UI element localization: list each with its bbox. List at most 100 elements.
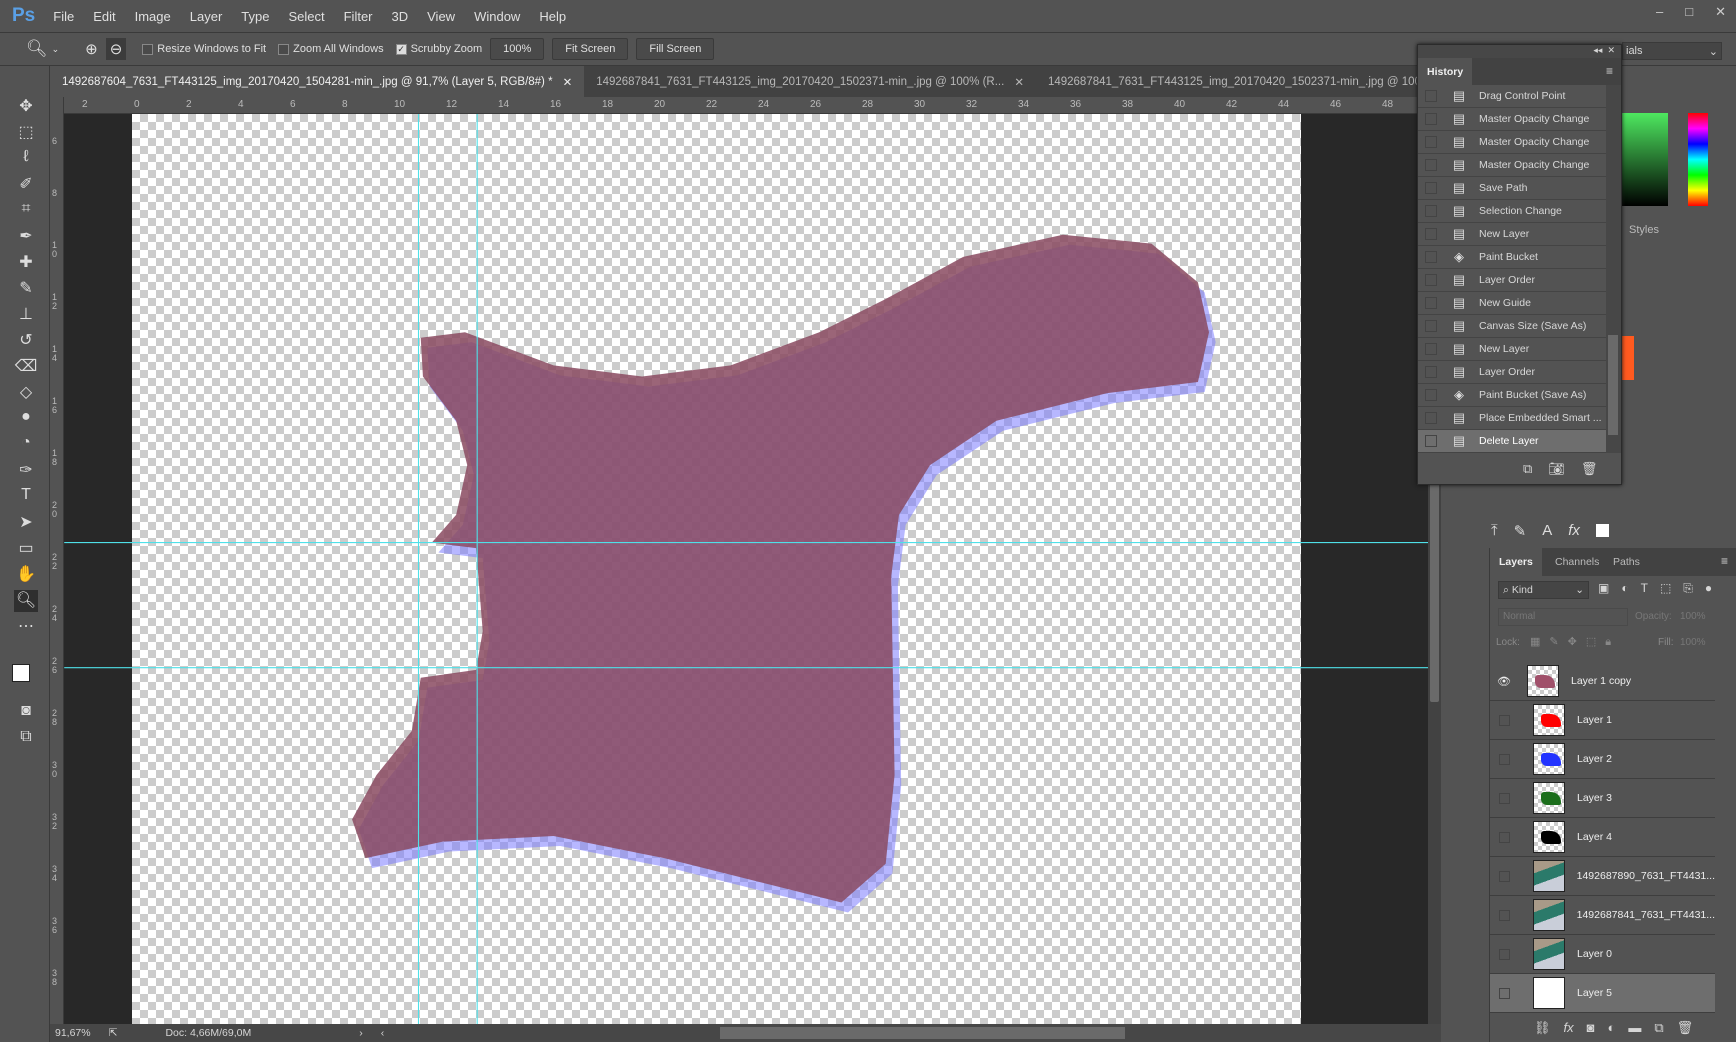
layer-row[interactable]: Layer 4	[1490, 818, 1715, 857]
history-source-checkbox[interactable]	[1425, 389, 1437, 401]
history-item[interactable]: ▤ Save Path	[1418, 177, 1606, 200]
history-item[interactable]: ▤ Layer Order	[1418, 361, 1606, 384]
history-item[interactable]: ▤ Canvas Size (Save As)	[1418, 315, 1606, 338]
fx-icon[interactable]: fx	[1564, 1020, 1574, 1042]
screen-mode-icon[interactable]: ⧉	[14, 728, 38, 750]
document-tab[interactable]: 1492687841_7631_FT443125_img_20170420_15…	[584, 66, 1036, 97]
type-tool-icon[interactable]: T	[14, 486, 38, 508]
close-panel-icon[interactable]: ✕	[1607, 45, 1615, 55]
history-source-checkbox[interactable]	[1425, 113, 1437, 125]
lock-icons[interactable]: ▦✎✥⬚🔒︎	[1530, 635, 1620, 649]
panel-menu-icon[interactable]: ≡	[1721, 554, 1728, 568]
quick-mask-icon[interactable]: ◙	[14, 702, 38, 724]
history-source-checkbox[interactable]	[1425, 205, 1437, 217]
more-tools-icon[interactable]: ⋯	[14, 616, 38, 638]
resize-windows-checkbox[interactable]: Resize Windows to Fit	[142, 43, 266, 55]
panel-menu-icon[interactable]: ≡	[1472, 58, 1621, 85]
layer-row[interactable]: 1492687841_7631_FT4431...	[1490, 896, 1715, 935]
close-tab-icon[interactable]: ✕	[1014, 75, 1024, 89]
filter-toggle[interactable]: ●	[1705, 581, 1712, 596]
layer-row[interactable]: Layer 1	[1490, 701, 1715, 740]
scroll-left-arrow[interactable]: ‹	[381, 1027, 385, 1039]
fit-screen-button[interactable]: Fit Screen	[552, 38, 629, 60]
crop-tool-icon[interactable]: ⌗	[14, 200, 38, 222]
color-swatch[interactable]	[1622, 336, 1634, 380]
history-source-checkbox[interactable]	[1425, 251, 1437, 263]
history-source-checkbox[interactable]	[1425, 343, 1437, 355]
canvas-area[interactable]	[64, 114, 1428, 1024]
history-source-checkbox[interactable]	[1425, 90, 1437, 102]
history-source-checkbox[interactable]	[1425, 320, 1437, 332]
trash-icon[interactable]: 🗑︎	[1581, 461, 1598, 477]
dodge-tool-icon[interactable]: ◔	[14, 434, 38, 456]
visibility-toggle[interactable]	[1499, 948, 1510, 960]
type-filter-icon[interactable]: T	[1641, 581, 1648, 596]
history-item[interactable]: ▤ Delete Layer	[1418, 430, 1606, 453]
path-select-icon[interactable]: ➤	[14, 512, 38, 534]
layer-row[interactable]: Layer 3	[1490, 779, 1715, 818]
brush-icon[interactable]: ✎	[1514, 522, 1527, 540]
history-source-checkbox[interactable]	[1425, 274, 1437, 286]
zoom-tool-preset-icon[interactable]: 🔍︎ ⌄	[26, 39, 59, 59]
layer-row[interactable]: Layer 2	[1490, 740, 1715, 779]
history-item[interactable]: ◈ Paint Bucket	[1418, 246, 1606, 269]
layer-row[interactable]: Layer 0	[1490, 935, 1715, 974]
tab-paths[interactable]: Paths	[1604, 548, 1649, 576]
mask-icon[interactable]: ◙	[1587, 1020, 1595, 1042]
stamp-tool-icon[interactable]: ⊥	[14, 304, 38, 326]
menu-3d[interactable]: 3D	[392, 9, 409, 24]
adjustment-icon[interactable]: ◐	[1608, 1020, 1616, 1042]
visibility-toggle[interactable]	[1499, 987, 1510, 999]
eraser-tool-icon[interactable]: ⌫	[14, 356, 38, 378]
layer-row[interactable]: Layer 5	[1490, 974, 1715, 1013]
scroll-thumb[interactable]	[1430, 482, 1439, 702]
collapse-icon[interactable]: ◂◂	[1593, 45, 1602, 55]
trash-icon[interactable]: 🗑︎	[1677, 1020, 1694, 1042]
folder-icon[interactable]: ▬	[1628, 1020, 1641, 1042]
paint-bucket-icon[interactable]: ◇	[14, 382, 38, 404]
image-filter-icon[interactable]: ▣	[1598, 581, 1609, 596]
styles-tab[interactable]: Styles	[1629, 224, 1659, 236]
document-tab[interactable]: 1492687604_7631_FT443125_img_20170420_15…	[50, 66, 585, 97]
move-tool-icon[interactable]: ✥	[14, 96, 38, 118]
quick-select-icon[interactable]: ✐	[14, 174, 38, 196]
history-scrollbar[interactable]	[1606, 85, 1621, 453]
marquee-tool-icon[interactable]: ⬚	[14, 122, 38, 144]
close-button[interactable]: ✕	[1715, 4, 1726, 20]
tab-channels[interactable]: Channels	[1546, 548, 1608, 576]
minimize-button[interactable]: –	[1656, 4, 1663, 20]
shape-filter-icon[interactable]: ⬚	[1660, 581, 1671, 596]
link-icon[interactable]: ⛓︎	[1534, 1020, 1551, 1042]
menu-file[interactable]: File	[53, 9, 74, 24]
lasso-tool-icon[interactable]: ℓ	[14, 148, 38, 170]
brush-tool-icon[interactable]: ✎	[14, 278, 38, 300]
history-source-checkbox[interactable]	[1425, 182, 1437, 194]
fill-field[interactable]: 100%	[1680, 637, 1706, 648]
scrubby-zoom-checkbox[interactable]: ✓ Scrubby Zoom	[395, 43, 482, 55]
foreground-color[interactable]	[12, 664, 30, 682]
menu-image[interactable]: Image	[135, 9, 171, 24]
layer-row[interactable]: 👁︎ Layer 1 copy	[1490, 662, 1715, 701]
visibility-toggle[interactable]	[1499, 909, 1510, 921]
history-source-checkbox[interactable]	[1425, 435, 1437, 447]
blur-tool-icon[interactable]: ●	[14, 408, 38, 430]
history-item[interactable]: ▤ Master Opacity Change	[1418, 154, 1606, 177]
workspace-dropdown[interactable]: ials ⌄	[1622, 42, 1722, 60]
fx-icon[interactable]: fx	[1568, 522, 1580, 540]
fill-screen-button[interactable]: Fill Screen	[636, 38, 715, 60]
history-brush-icon[interactable]: ↺	[14, 330, 38, 352]
upload-icon[interactable]: ⤒	[1491, 522, 1498, 540]
history-source-checkbox[interactable]	[1425, 297, 1437, 309]
camera-icon[interactable]: 📷︎	[1548, 461, 1565, 477]
color-picker-field[interactable]	[1622, 113, 1668, 206]
zoom-level[interactable]: 91,67%	[55, 1027, 91, 1039]
history-item[interactable]: ▤ Drag Control Point	[1418, 85, 1606, 108]
zoom-out-icon[interactable]: ⊖	[105, 38, 127, 60]
history-source-checkbox[interactable]	[1425, 366, 1437, 378]
menu-view[interactable]: View	[427, 9, 455, 24]
history-item[interactable]: ▤ Selection Change	[1418, 200, 1606, 223]
rectangle-tool-icon[interactable]: ▭	[14, 538, 38, 560]
visibility-toggle[interactable]	[1499, 831, 1510, 843]
history-item[interactable]: ▤ New Guide	[1418, 292, 1606, 315]
menu-select[interactable]: Select	[288, 9, 324, 24]
